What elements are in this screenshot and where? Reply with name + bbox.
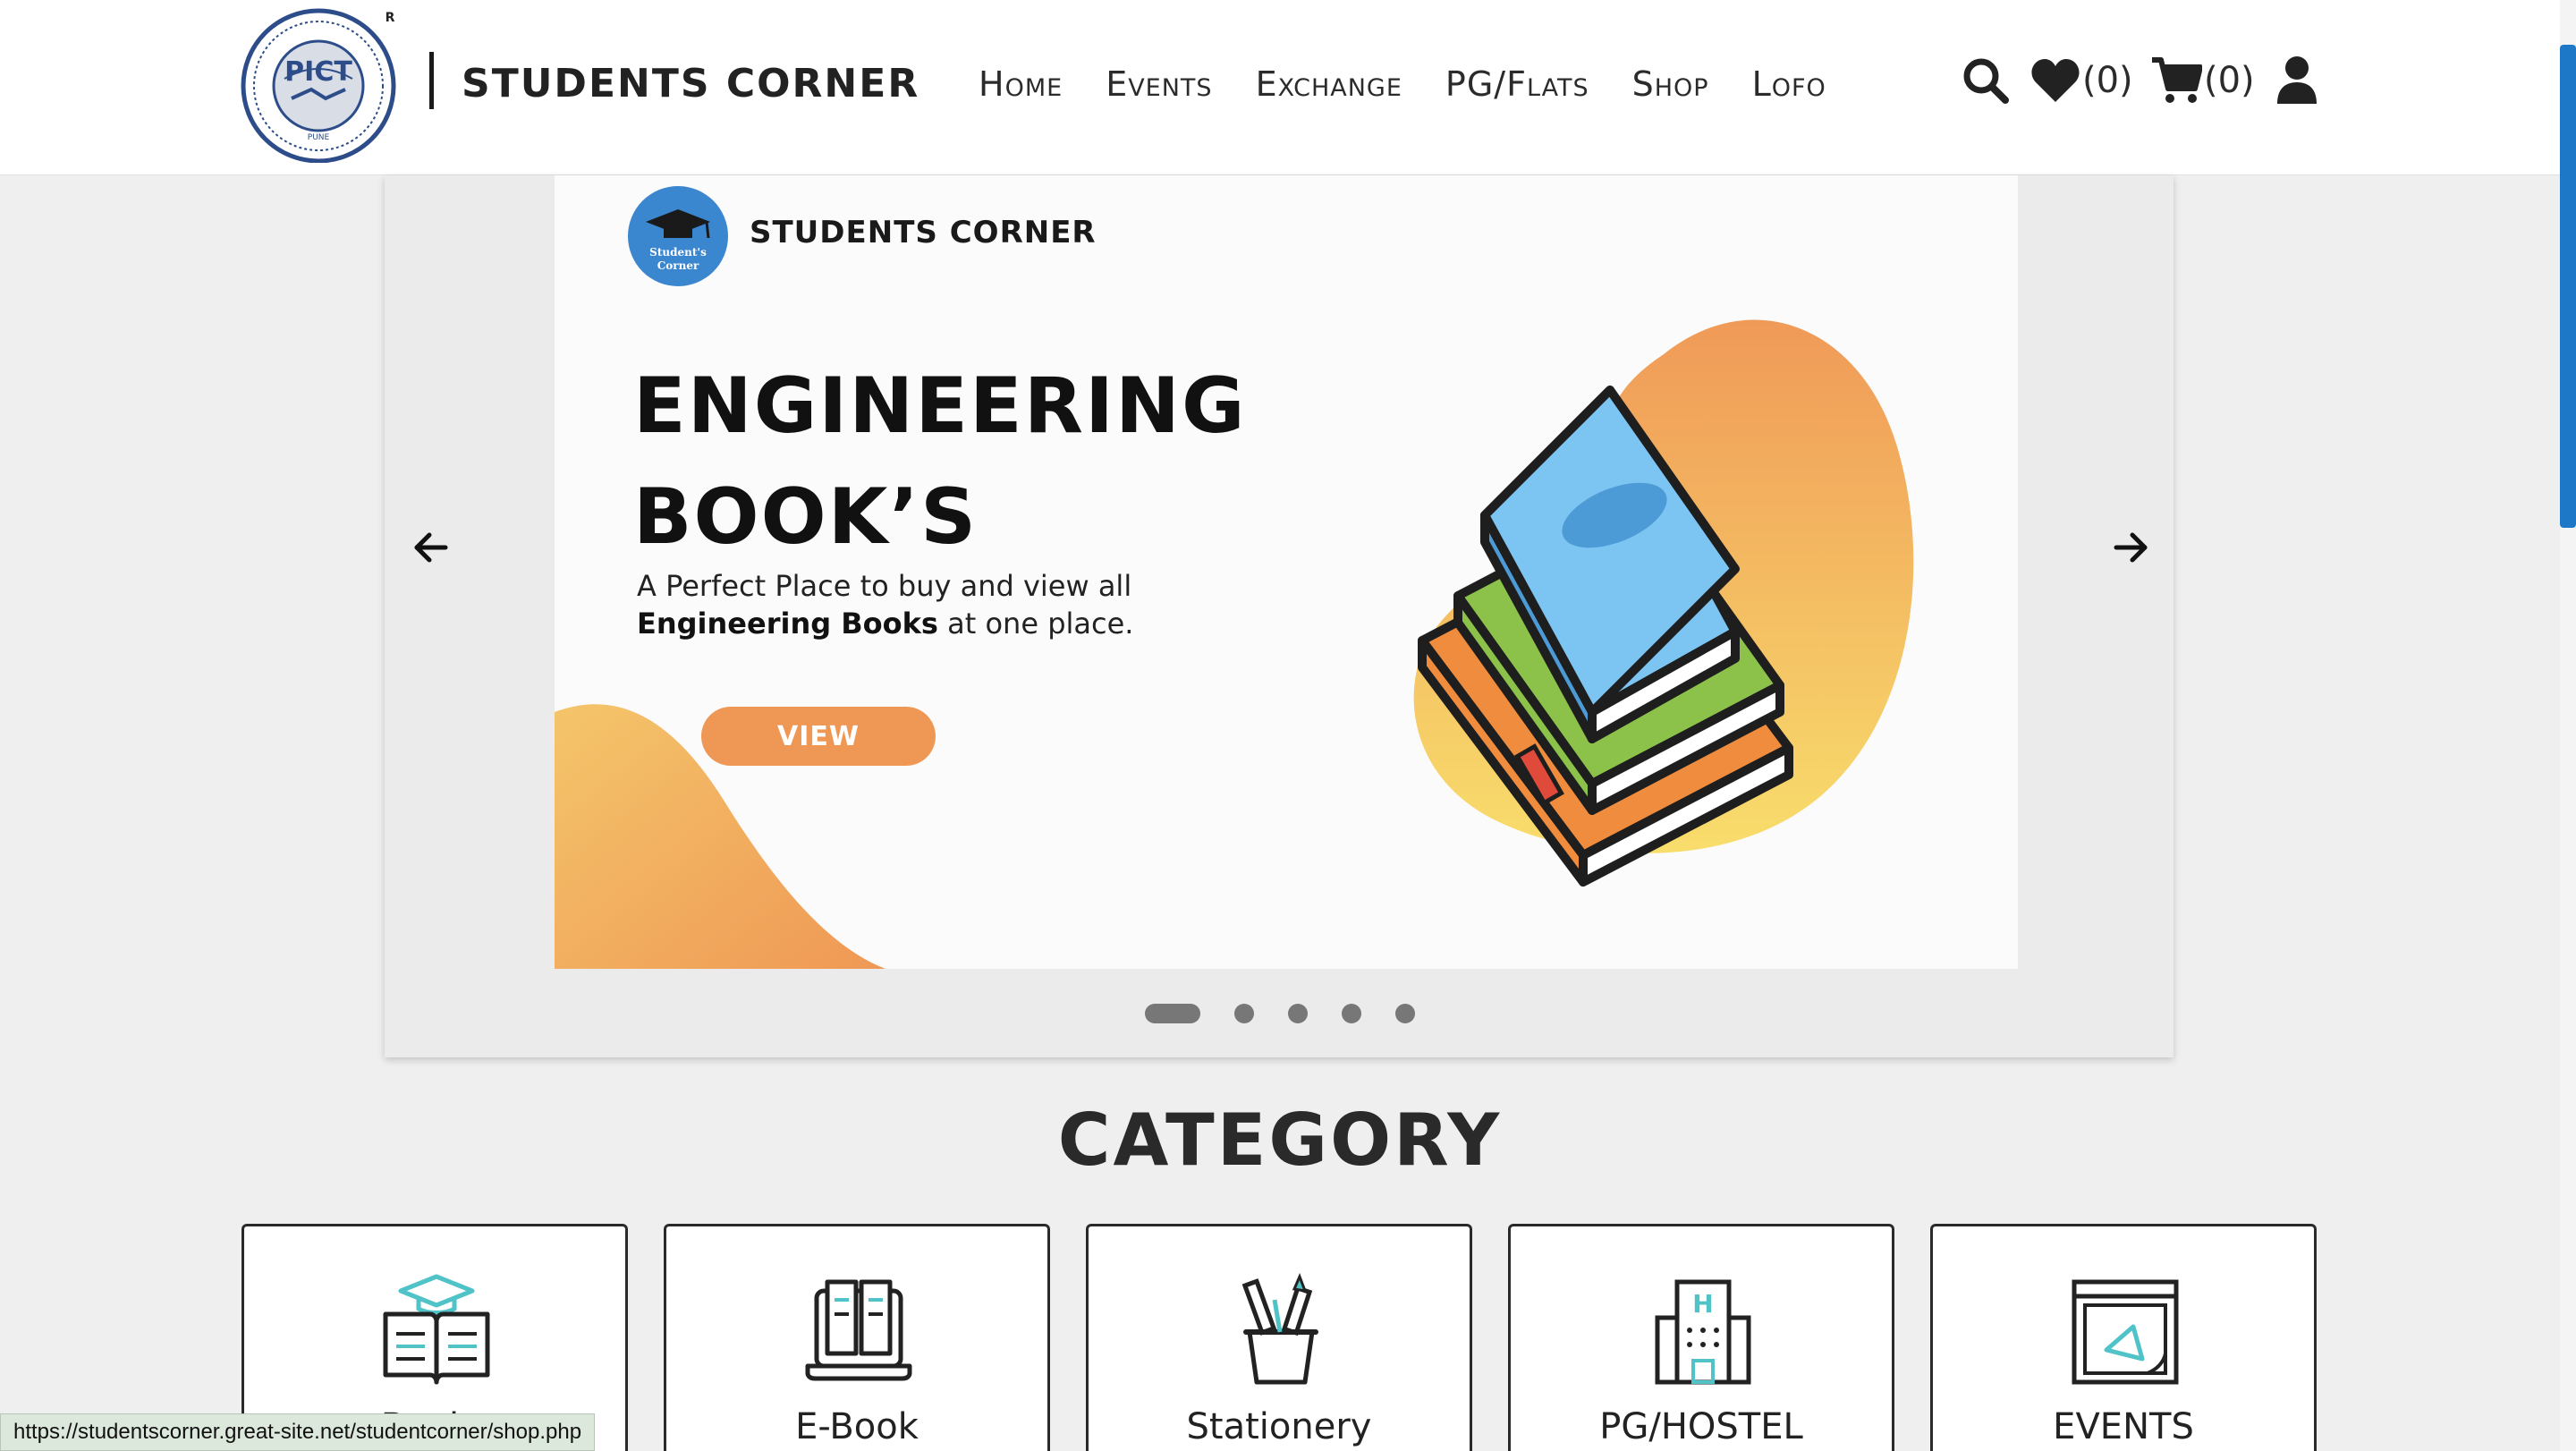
user-icon [2277, 56, 2317, 104]
book-graduation-icon [383, 1274, 490, 1385]
events-icon [2072, 1279, 2179, 1385]
carousel-dot-2[interactable] [1234, 1004, 1254, 1023]
logo-divider [429, 52, 434, 109]
category-card-pg-hostel[interactable]: H PG/HOSTEL [1508, 1224, 1894, 1451]
carousel-slide[interactable]: Student's Corner STUDENTS CORNER ENGINEE… [555, 175, 2018, 969]
nav-lofo[interactable]: Lofo [1752, 59, 1826, 109]
nav-home[interactable]: Home [979, 59, 1063, 109]
cart-button[interactable]: (0) [2150, 55, 2255, 106]
svg-text:PUNE: PUNE [308, 133, 330, 142]
status-bar-url: https://studentscorner.great-site.net/st… [0, 1413, 596, 1451]
heart-icon [2031, 59, 2080, 102]
cart-icon [2152, 57, 2202, 103]
pict-logo[interactable]: PICT PUNE R [240, 5, 397, 164]
category-title: CATEGORY [1057, 1099, 1503, 1182]
category-label-stationery: Stationery [1186, 1406, 1372, 1447]
slide-headline: ENGINEERING BOOK’S [633, 351, 1247, 573]
category-card-events[interactable]: EVENTS [1930, 1224, 2317, 1451]
svg-text:Corner: Corner [657, 259, 699, 272]
arrow-left-icon [414, 532, 448, 563]
site-header: PICT PUNE R STUDENTS CORNER Home Events … [0, 0, 2560, 175]
brand-title[interactable]: STUDENTS CORNER [462, 57, 919, 111]
category-label-events: EVENTS [2053, 1406, 2194, 1447]
slide-headline-line1: ENGINEERING [633, 361, 1247, 451]
search-icon [1963, 58, 2009, 104]
account-button[interactable] [2275, 55, 2318, 106]
ebook-icon [805, 1279, 912, 1381]
carousel-indicators [1145, 1004, 1415, 1023]
carousel-prev-button[interactable] [402, 519, 460, 576]
students-corner-logo: Student's Corner [628, 186, 728, 286]
carousel-dot-1[interactable] [1145, 1004, 1200, 1023]
svg-text:R: R [386, 11, 395, 25]
nav-events[interactable]: Events [1106, 59, 1212, 109]
view-button[interactable]: VIEW [701, 707, 936, 766]
slide-brand: STUDENTS CORNER [750, 215, 1097, 250]
carousel-dot-4[interactable] [1342, 1004, 1361, 1023]
slide-desc-line1: A Perfect Place to buy and view all [637, 569, 1132, 603]
wishlist-button[interactable]: (0) [2030, 55, 2133, 106]
svg-text:Student's: Student's [649, 246, 707, 259]
slide-headline-line2: BOOK’S [633, 472, 979, 562]
category-card-ebook[interactable]: E-Book [664, 1224, 1050, 1451]
svg-text:PICT: PICT [284, 56, 352, 88]
slide-desc-bold: Engineering Books [637, 607, 938, 641]
nav-exchange[interactable]: Exchange [1256, 59, 1402, 109]
carousel-dot-5[interactable] [1395, 1004, 1415, 1023]
stationery-icon [1241, 1273, 1318, 1385]
search-button[interactable] [1961, 55, 2011, 106]
nav-shop[interactable]: Shop [1632, 59, 1709, 109]
slide-desc-rest: at one place. [937, 607, 1134, 641]
carousel-next-button[interactable] [2102, 519, 2159, 576]
scrollbar-thumb[interactable] [2560, 45, 2576, 528]
cart-count: (0) [2204, 60, 2255, 101]
main-nav: Home Events Exchange PG/Flats Shop Lofo [979, 59, 1826, 109]
slide-description: A Perfect Place to buy and view all Engi… [637, 567, 1133, 642]
books-illustration [1413, 319, 1914, 887]
wishlist-count: (0) [2082, 60, 2133, 101]
svg-text:H: H [1692, 1289, 1713, 1319]
carousel-dot-3[interactable] [1288, 1004, 1308, 1023]
category-label-pg-hostel: PG/HOSTEL [1599, 1406, 1803, 1447]
arrow-right-icon [2114, 532, 2148, 563]
nav-pg-flats[interactable]: PG/Flats [1445, 59, 1589, 109]
category-card-stationery[interactable]: Stationery [1086, 1224, 1472, 1451]
category-label-ebook: E-Book [795, 1406, 919, 1447]
hostel-icon: H [1655, 1279, 1751, 1385]
